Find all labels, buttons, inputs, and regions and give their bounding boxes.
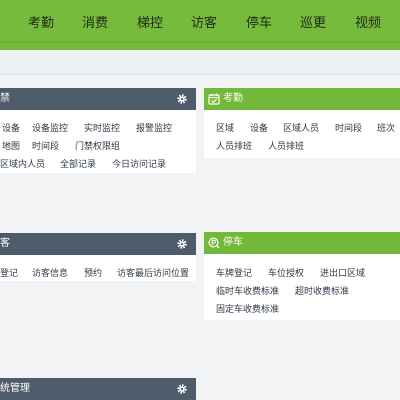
nav-visitor[interactable]: 访客: [191, 12, 217, 31]
top-navigation: 考勤 消费 梯控 访客 停车 巡更 视频: [0, 0, 400, 42]
link-fixed-fee-standard[interactable]: 固定车收费标准: [216, 302, 279, 315]
link-temp-fee-standard[interactable]: 临时车收费标准: [216, 284, 279, 297]
gear-icon[interactable]: [176, 383, 188, 395]
link-time-period[interactable]: 时间段: [335, 121, 362, 134]
link-device-monitor[interactable]: 设备监控: [32, 121, 68, 134]
link-device[interactable]: 设备: [2, 121, 20, 134]
panel-title: 禁: [0, 93, 10, 104]
link-alarm-monitor[interactable]: 报警监控: [136, 121, 172, 134]
panel-title: 停车: [223, 237, 243, 248]
panel-title: 客: [0, 238, 10, 249]
nav-sub-bar: [0, 42, 400, 50]
link-area-personnel[interactable]: 区域内人员: [0, 157, 45, 170]
link-register[interactable]: 登记: [0, 266, 18, 279]
link-area-personnel[interactable]: 区域人员: [283, 121, 319, 134]
calendar-check-icon: [208, 93, 220, 105]
link-all-records[interactable]: 全部记录: [60, 157, 96, 170]
nav-attendance[interactable]: 考勤: [28, 12, 54, 31]
panel-parking: 停车 车牌登记 车位授权 进出口区域 临时车收费标准 超时收费标准 固定车收费标…: [204, 232, 400, 320]
parking-icon: [208, 237, 220, 249]
panel-header: 禁: [0, 88, 196, 110]
panel-system-management: 统管理: [0, 378, 196, 400]
link-area[interactable]: 区域: [216, 121, 234, 134]
gear-icon[interactable]: [176, 93, 188, 105]
link-realtime-monitor[interactable]: 实时监控: [84, 121, 120, 134]
link-device[interactable]: 设备: [250, 121, 268, 134]
link-space-authorize[interactable]: 车位授权: [268, 266, 304, 279]
gear-icon[interactable]: [176, 238, 188, 250]
link-visitor-info[interactable]: 访客信息: [32, 266, 68, 279]
link-time-period[interactable]: 时间段: [32, 139, 59, 152]
link-today-visits[interactable]: 今日访问记录: [112, 157, 166, 170]
nav-elevator-control[interactable]: 梯控: [137, 12, 163, 31]
panel-title: 统管理: [0, 383, 30, 394]
panel-visitor: 客 登记 访客信息 预约 访客最后访问位置: [0, 233, 196, 281]
link-staff-schedule[interactable]: 人员排班: [216, 139, 252, 152]
panel-door-access: 禁 设备 设备监控 实时监控 报警监控 地图 时间段 门禁权限组 区域内人员 全…: [0, 88, 196, 173]
link-entry-exit-area[interactable]: 进出口区域: [320, 266, 365, 279]
link-appointment[interactable]: 预约: [84, 266, 102, 279]
link-staff-schedule-2[interactable]: 人员排班: [268, 139, 304, 152]
nav-video[interactable]: 视频: [355, 12, 381, 31]
tool-strip: [0, 50, 400, 75]
nav-parking[interactable]: 停车: [246, 12, 272, 31]
link-map[interactable]: 地图: [2, 139, 20, 152]
panel-attendance: 考勤 区域 设备 区域人员 时间段 班次 人员排班 人员排班: [204, 88, 400, 158]
nav-patrol[interactable]: 巡更: [300, 12, 326, 31]
link-access-group[interactable]: 门禁权限组: [75, 139, 120, 152]
panel-header: 统管理: [0, 378, 196, 400]
link-plate-register[interactable]: 车牌登记: [216, 266, 252, 279]
link-overtime-fee-standard[interactable]: 超时收费标准: [295, 284, 349, 297]
panel-header: 停车: [204, 232, 400, 254]
panel-title: 考勤: [223, 93, 243, 104]
nav-consumption[interactable]: 消费: [82, 12, 108, 31]
link-last-visit-location[interactable]: 访客最后访问位置: [117, 266, 189, 279]
panel-header: 考勤: [204, 88, 400, 110]
panel-header: 客: [0, 233, 196, 255]
link-shift[interactable]: 班次: [377, 121, 395, 134]
